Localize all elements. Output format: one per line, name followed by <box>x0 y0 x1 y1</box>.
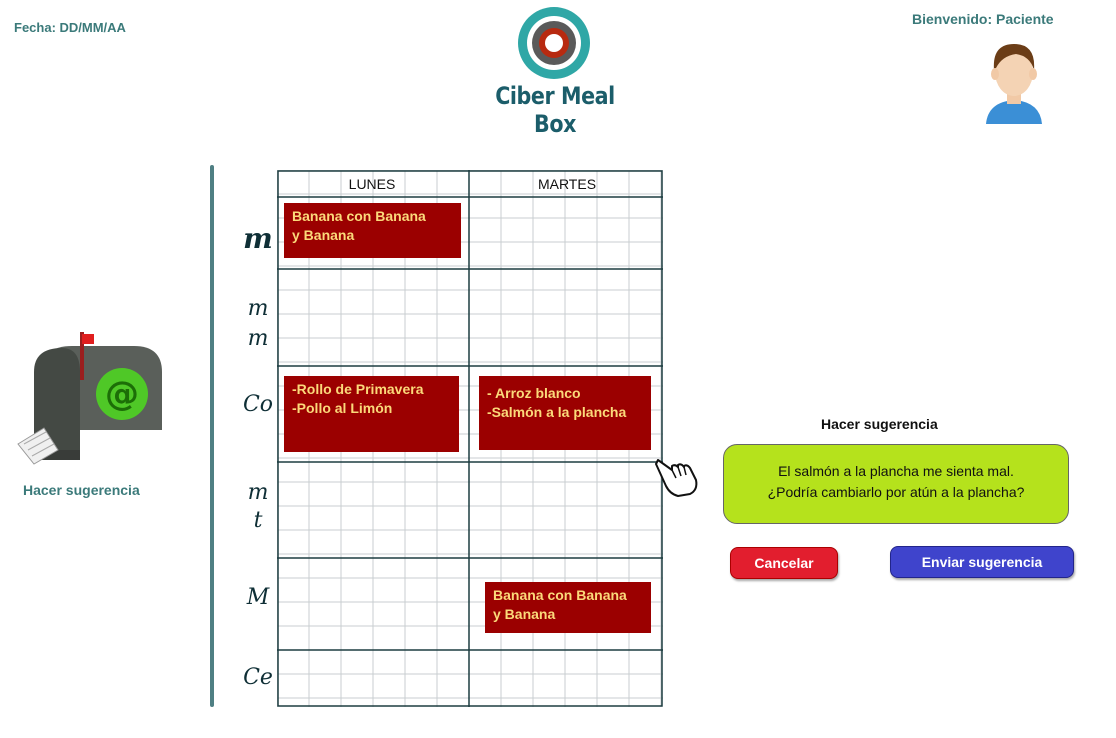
app-title: Ciber Meal Box <box>495 82 615 138</box>
row-label-m: m <box>243 222 273 255</box>
welcome-label: Bienvenido: Paciente <box>912 11 1054 27</box>
ring-logo-icon <box>516 5 592 86</box>
row-label-mt-bottom: t <box>253 508 263 533</box>
row-label-mm-bottom: m <box>247 326 269 351</box>
day-header-lunes: LUNES <box>348 176 396 192</box>
user-avatar-icon[interactable] <box>982 38 1046 131</box>
meal-block-martes-m[interactable]: Banana con Banana y Banana <box>485 582 651 633</box>
svg-text:@: @ <box>105 374 139 414</box>
date-label: Fecha: DD/MM/AA <box>14 20 126 35</box>
day-header-martes: MARTES <box>537 176 597 192</box>
cancel-button[interactable]: Cancelar <box>730 547 838 579</box>
suggestion-text-box[interactable]: El salmón a la plancha me sienta mal. ¿P… <box>723 444 1069 524</box>
suggest-title: Hacer sugerencia <box>821 416 938 432</box>
row-label-ce: Ce <box>243 665 273 690</box>
row-label-M: M <box>246 585 270 610</box>
mailbox-icon[interactable]: @ <box>14 332 164 477</box>
vertical-divider <box>210 165 214 707</box>
row-label-mt-top: m <box>247 480 269 505</box>
send-suggestion-button[interactable]: Enviar sugerencia <box>890 546 1074 578</box>
meal-block-lunes-m[interactable]: Banana con Banana y Banana <box>284 203 461 258</box>
row-label-mm-top: m <box>247 296 269 321</box>
left-suggest-label[interactable]: Hacer sugerencia <box>23 482 140 498</box>
hand-pointer-icon <box>654 456 700 503</box>
row-label-co: Co <box>242 392 274 417</box>
meal-block-martes-co[interactable]: - Arroz blanco -Salmón a la plancha <box>479 376 651 450</box>
meal-block-lunes-co[interactable]: -Rollo de Primavera -Pollo al Limón <box>284 376 459 452</box>
